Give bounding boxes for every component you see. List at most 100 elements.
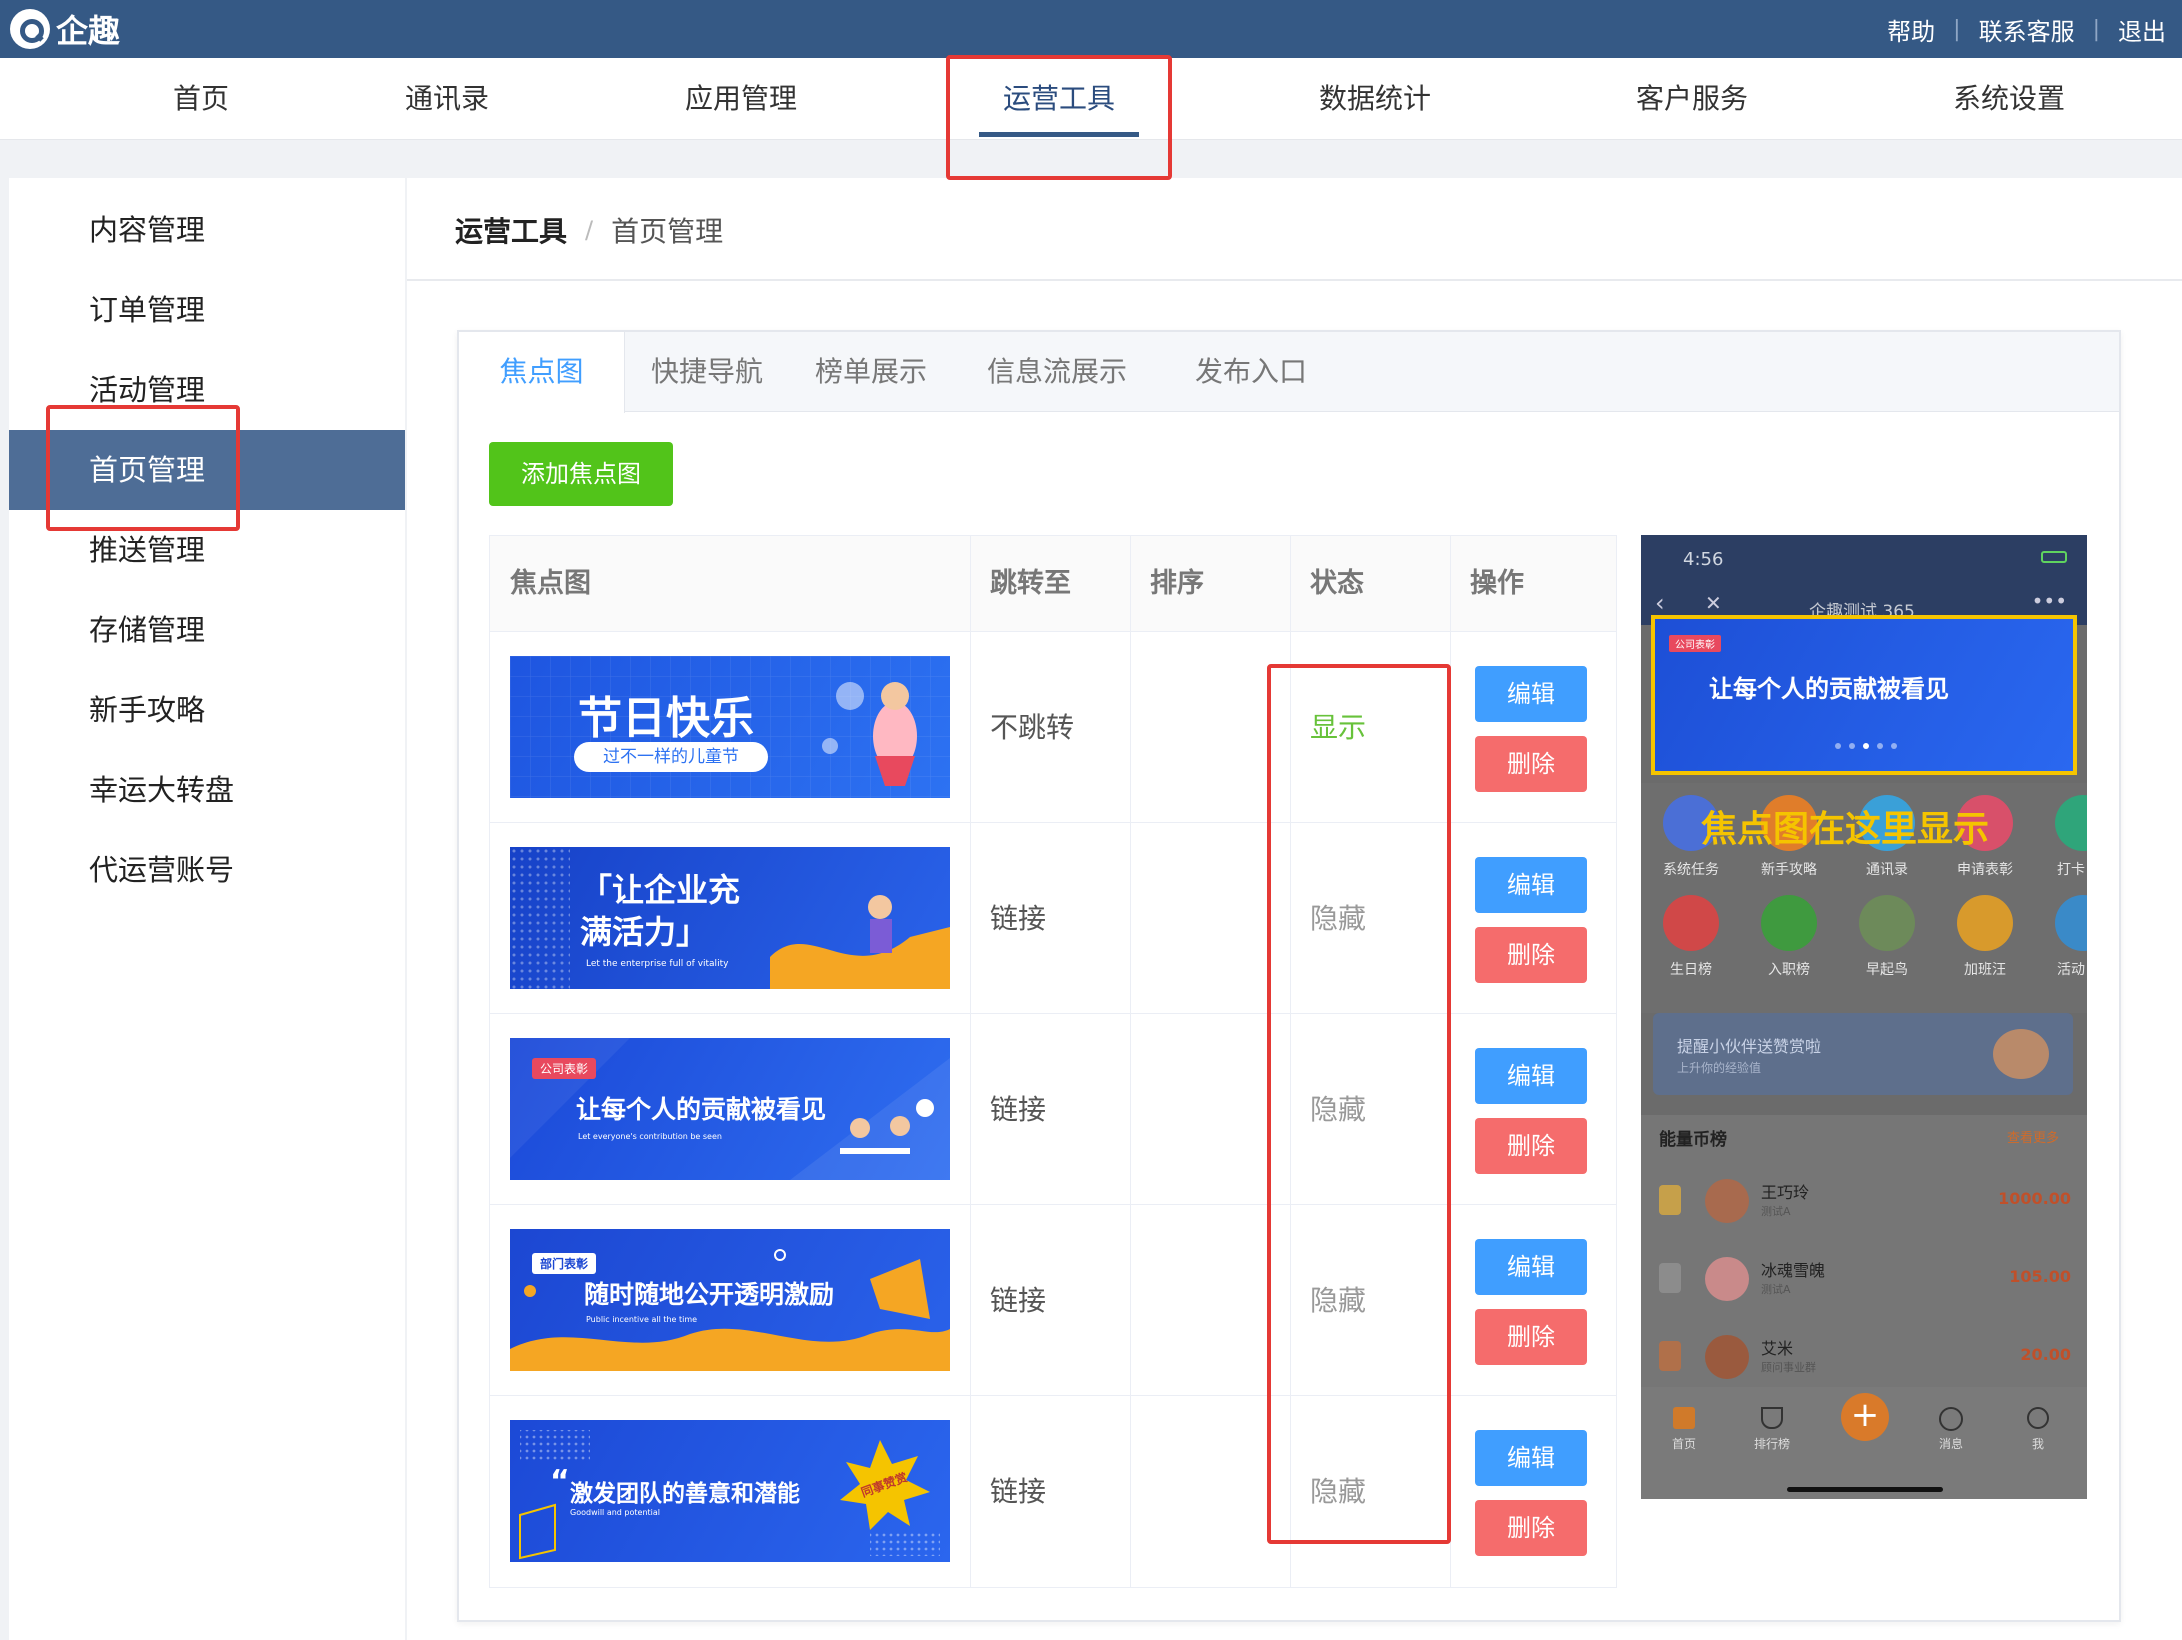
sidebar-item-content[interactable]: 内容管理 <box>9 190 405 270</box>
sidebar-item-lucky-wheel[interactable]: 幸运大转盘 <box>9 750 405 830</box>
add-focus-image-button[interactable]: 添加焦点图 <box>489 442 673 506</box>
quote-mark: “ <box>550 1464 570 1499</box>
tab-quick-nav[interactable]: 快捷导航 <box>625 332 789 412</box>
banner-image[interactable]: 「让企业充满活力」 Let the enterprise full of vit… <box>510 847 950 989</box>
edit-button[interactable]: 编辑 <box>1475 1239 1587 1295</box>
home-icon[interactable] <box>1673 1407 1695 1429</box>
icon-label: 通讯录 <box>1866 862 1908 878</box>
annotation-box-status <box>1267 664 1451 1544</box>
banner-tag: 公司表彰 <box>532 1058 597 1079</box>
top-bar: 企趣 帮助 | 联系客服 | 退出 <box>0 0 2182 58</box>
nav-settings[interactable]: 系统设置 <box>1953 58 2065 140</box>
early-bird-icon[interactable] <box>1859 895 1915 951</box>
rank-value: 1000.00 <box>1998 1189 2071 1208</box>
th-jump: 跳转至 <box>990 568 1071 599</box>
checkin-icon[interactable] <box>2055 795 2087 851</box>
jump-target: 链接 <box>990 1093 1047 1126</box>
rank-row[interactable]: 冰魂雪魄 测试A 105.00 <box>1641 1243 2087 1321</box>
message-icon[interactable] <box>1939 1407 1963 1431</box>
link-separator: | <box>2092 16 2100 42</box>
th-actions: 操作 <box>1470 568 1524 599</box>
banner-title: 「让企业充满活力」 <box>580 871 741 951</box>
icon-label: 打卡 <box>2057 862 2085 878</box>
plus-icon[interactable]: + <box>1841 1393 1889 1441</box>
nav-statistics[interactable]: 数据统计 <box>1319 58 1431 140</box>
icon-label: 生日榜 <box>1670 962 1712 978</box>
close-icon[interactable]: ✕ <box>1705 591 1722 615</box>
edit-button[interactable]: 编辑 <box>1475 857 1587 913</box>
phone-preview: 4:56 ‹ ✕ 企趣测试 365 ••• 公司表彰 让每个人的贡献被看见 系统… <box>1641 535 2087 1499</box>
th-focus-image: 焦点图 <box>510 568 591 599</box>
rank-value: 105.00 <box>2009 1267 2071 1286</box>
nav-contacts[interactable]: 通讯录 <box>405 58 489 140</box>
rank-row[interactable]: 王巧玲 测试A 1000.00 <box>1641 1165 2087 1243</box>
tab-publish-entry[interactable]: 发布入口 <box>1161 332 1341 412</box>
icon-label: 系统任务 <box>1663 862 1719 878</box>
rank-dept: 测试A <box>1761 1205 1791 1218</box>
sidebar-item-agency-accounts[interactable]: 代运营账号 <box>9 830 405 910</box>
logo-icon <box>10 9 50 49</box>
sidebar: 内容管理 订单管理 活动管理 首页管理 推送管理 存储管理 新手攻略 幸运大转盘… <box>9 178 405 1640</box>
onboard-icon[interactable] <box>1761 895 1817 951</box>
th-sort: 排序 <box>1150 568 1204 599</box>
breadcrumb: 运营工具 / 首页管理 <box>455 210 723 250</box>
tab-feed[interactable]: 信息流展示 <box>953 332 1161 412</box>
banner-image[interactable]: 公司表彰 让每个人的贡献被看见 Let everyone's contribut… <box>510 1038 950 1180</box>
profile-icon[interactable] <box>2027 1407 2049 1429</box>
delete-button[interactable]: 删除 <box>1475 1118 1587 1174</box>
banner-subtitle: Let the enterprise full of vitality <box>586 959 729 969</box>
nav-home[interactable]: 首页 <box>173 58 229 140</box>
delete-button[interactable]: 删除 <box>1475 736 1587 792</box>
sidebar-item-guide[interactable]: 新手攻略 <box>9 670 405 750</box>
rank-name: 艾米 <box>1761 1339 1794 1358</box>
breadcrumb-current: 首页管理 <box>611 215 724 248</box>
more-icon[interactable]: ••• <box>2032 589 2067 613</box>
promo-subtitle: 上升你的经验值 <box>1677 1061 1762 1075</box>
banner-subtitle: 过不一样的儿童节 <box>574 742 768 772</box>
medal-icon <box>1659 1341 1681 1371</box>
banner-title: 节日快乐 <box>578 693 754 744</box>
ranking-title: 能量币榜 <box>1659 1130 1727 1150</box>
phone-focus-banner[interactable]: 公司表彰 让每个人的贡献被看见 <box>1651 615 2077 775</box>
contact-link[interactable]: 联系客服 <box>1979 12 2075 47</box>
trophy-icon[interactable] <box>1761 1407 1783 1429</box>
phone-promo-card[interactable]: 提醒小伙伴送赞赏啦 上升你的经验值 <box>1653 1013 2073 1095</box>
nav-customer-service[interactable]: 客户服务 <box>1636 58 1748 140</box>
back-icon[interactable]: ‹ <box>1655 589 1665 617</box>
banner-image[interactable]: “ 激发团队的善意和潜能 Goodwill and potential 同事赞赏 <box>510 1420 950 1562</box>
icon-label: 活动 <box>2057 962 2085 978</box>
activity-icon[interactable] <box>2055 895 2087 951</box>
rank-dept: 测试A <box>1761 1283 1791 1296</box>
nav-app-management[interactable]: 应用管理 <box>685 58 797 140</box>
tab-label: 首页 <box>1671 1437 1697 1451</box>
help-link[interactable]: 帮助 <box>1887 12 1935 47</box>
ranking-more-link[interactable]: 查看更多 <box>2007 1127 2059 1146</box>
overtime-icon[interactable] <box>1957 895 2013 951</box>
icon-label: 加班汪 <box>1964 962 2006 978</box>
edit-button[interactable]: 编辑 <box>1475 1430 1587 1486</box>
sidebar-item-storage[interactable]: 存储管理 <box>9 590 405 670</box>
logout-link[interactable]: 退出 <box>2118 12 2166 47</box>
delete-button[interactable]: 删除 <box>1475 927 1587 983</box>
focus-hint-text: 焦点图在这里显示 <box>1701 809 1990 850</box>
birthday-icon[interactable] <box>1663 895 1719 951</box>
banner-title: 随时随地公开透明激励 <box>584 1280 835 1309</box>
breadcrumb-root[interactable]: 运营工具 <box>455 210 567 250</box>
banner-image[interactable]: 部门表彰 随时随地公开透明激励 Public incentive all the… <box>510 1229 950 1371</box>
medal-icon <box>1659 1263 1681 1293</box>
home-indicator <box>1787 1487 1943 1492</box>
tab-focus-image[interactable]: 焦点图 <box>459 332 625 413</box>
edit-button[interactable]: 编辑 <box>1475 1048 1587 1104</box>
top-links: 帮助 | 联系客服 | 退出 <box>1887 12 2166 47</box>
rank-value: 20.00 <box>2020 1345 2071 1364</box>
tab-ranking[interactable]: 榜单展示 <box>789 332 953 412</box>
delete-button[interactable]: 删除 <box>1475 1309 1587 1365</box>
medal-icon <box>1659 1185 1681 1215</box>
carousel-dots <box>1835 743 1897 749</box>
sidebar-item-orders[interactable]: 订单管理 <box>9 270 405 350</box>
brand[interactable]: 企趣 <box>10 6 120 52</box>
edit-button[interactable]: 编辑 <box>1475 666 1587 722</box>
banner-image[interactable]: 节日快乐 过不一样的儿童节 <box>510 656 950 798</box>
phone-status-bar: 4:56 <box>1641 535 2087 585</box>
delete-button[interactable]: 删除 <box>1475 1500 1587 1556</box>
